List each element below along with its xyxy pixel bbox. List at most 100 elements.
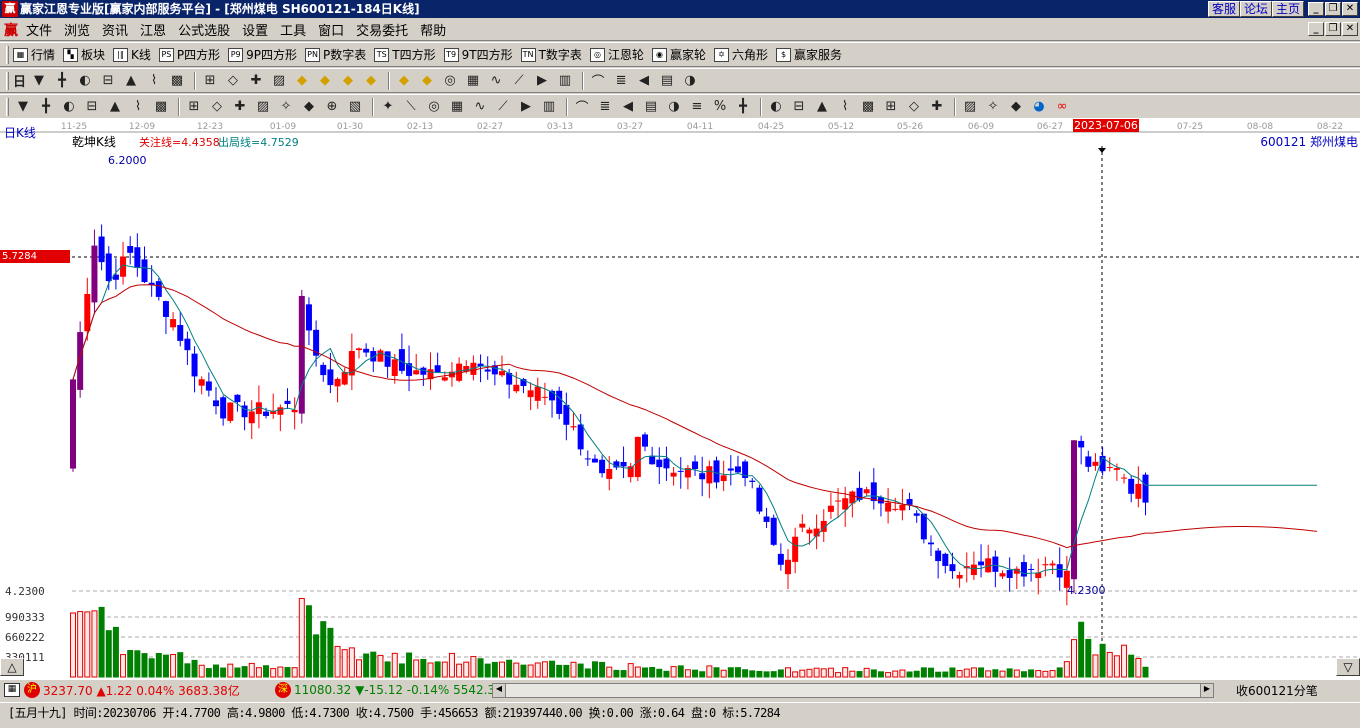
flag-icon[interactable]: ▩ (167, 71, 187, 91)
toolbar-t-square-button[interactable]: TS T四方形 (374, 46, 436, 63)
line-1-icon[interactable]: ∿ (486, 71, 506, 91)
globe-icon[interactable]: ◕ (1029, 97, 1049, 117)
last-icon[interactable]: ◇ (223, 71, 243, 91)
menu-9[interactable]: 帮助 (414, 20, 452, 39)
right-icon[interactable]: ▨ (269, 71, 289, 91)
sz-badge[interactable]: 深 (275, 682, 291, 698)
menu-2[interactable]: 资讯 (96, 20, 134, 39)
grid-1-icon[interactable]: ≣ (595, 97, 615, 117)
lines-icon[interactable]: ▤ (641, 97, 661, 117)
menu-6[interactable]: 工具 (274, 20, 312, 39)
child-restore-button[interactable]: ❐ (1325, 22, 1341, 36)
fan-3-icon[interactable]: ▶ (516, 97, 536, 117)
percent-line-icon[interactable]: ≡ (687, 97, 707, 117)
minimize-button[interactable]: _ (1308, 2, 1324, 16)
bars-1-icon[interactable]: ╋ (36, 97, 56, 117)
fan-5-icon[interactable]: ⌒ (572, 97, 592, 117)
fib-4-icon[interactable]: ⌇ (835, 97, 855, 117)
toolbar-sector-button[interactable]: ▚ 板块 (63, 46, 105, 63)
truck-icon[interactable]: ◑ (680, 71, 700, 91)
crosshair-icon[interactable]: ▦ (463, 71, 483, 91)
kline-chart[interactable]: 11-25 12-09 12-23 01-09 01-30 02-13 02-27 03-13… (0, 118, 1360, 680)
diamond-1-icon[interactable]: ◆ (292, 71, 312, 91)
toolbar-9t-square-button[interactable]: T9 9T四方形 (443, 46, 513, 63)
dropdown-icon[interactable]: ⊟ (98, 71, 118, 91)
toolbar-quotes-button[interactable]: ▦ 行情 (13, 46, 55, 63)
menu-5[interactable]: 设置 (236, 20, 274, 39)
toolbar-p-square-button[interactable]: PS P四方形 (158, 46, 220, 63)
save-icon[interactable]: ◀ (634, 71, 654, 91)
percent-icon[interactable]: % (710, 97, 730, 117)
menu-4[interactable]: 公式选股 (172, 20, 236, 39)
calculator-icon[interactable]: ⌒ (588, 71, 608, 91)
fib-7-icon[interactable]: ◇ (904, 97, 924, 117)
forum-button[interactable]: 论坛 (1240, 1, 1273, 17)
cursor-icon-icon[interactable]: ▲ (121, 71, 141, 91)
toolbar-t-number-table-button[interactable]: TN T数字表 (520, 46, 582, 63)
toolbar-p-number-table-button[interactable]: PN P数字表 (305, 46, 366, 63)
grid-lines-icon[interactable]: ▦ (447, 97, 467, 117)
angle-icon[interactable]: ▧ (345, 97, 365, 117)
close-button[interactable]: ✕ (1342, 2, 1358, 16)
export-icon[interactable]: ▤ (657, 71, 677, 91)
menu-1[interactable]: 浏览 (58, 20, 96, 39)
draw-tool-icon[interactable]: ◐ (75, 71, 95, 91)
scroll-right-button[interactable]: ▶ (1200, 683, 1213, 697)
fork-icon[interactable]: ✦ (378, 97, 398, 117)
box-star-icon[interactable]: ⊕ (322, 97, 342, 117)
toolbar-winner-wheel-button[interactable]: ◉ 赢家轮 (651, 46, 706, 63)
fib-1-icon[interactable]: ╋ (733, 97, 753, 117)
left-icon[interactable]: ✚ (246, 71, 266, 91)
circle-cross-icon[interactable]: ✧ (276, 97, 296, 117)
bars-4-icon[interactable]: ▲ (105, 97, 125, 117)
indicator-icon[interactable]: ╋ (52, 71, 72, 91)
fib-5-icon[interactable]: ▩ (858, 97, 878, 117)
calendar-icon[interactable]: ▥ (555, 71, 575, 91)
fan-4-icon[interactable]: ▥ (539, 97, 559, 117)
homepage-button[interactable]: 主页 (1272, 1, 1305, 17)
menu-7[interactable]: 窗口 (312, 20, 350, 39)
hand-icon[interactable]: ◎ (440, 71, 460, 91)
diamond-2-icon[interactable]: ◆ (315, 71, 335, 91)
diamond-3-icon[interactable]: ◆ (338, 71, 358, 91)
child-minimize-button[interactable]: _ (1308, 22, 1324, 36)
arrows-icon[interactable]: ⊟ (789, 97, 809, 117)
circle-icon[interactable]: ⊞ (184, 97, 204, 117)
grid-icon[interactable]: ▦ (4, 683, 20, 697)
toolbar-winner-service-button[interactable]: $ 赢家服务 (775, 46, 842, 63)
wave-icon[interactable]: ▨ (253, 97, 273, 117)
diamond-6-icon[interactable]: ◆ (417, 71, 437, 91)
bars-9-icon[interactable]: ◎ (424, 97, 444, 117)
sh-badge[interactable]: 沪 (24, 682, 40, 698)
expand-panel-button[interactable]: ▽ (1336, 658, 1360, 676)
tick-detail-label[interactable]: 收600121分笔 (1236, 682, 1318, 699)
fib-2-icon[interactable]: ◐ (766, 97, 786, 117)
restore-button[interactable]: ❐ (1325, 2, 1341, 16)
window-icon[interactable]: ≣ (611, 71, 631, 91)
toolbar-9p-square-button[interactable]: P9 9P四方形 (228, 46, 297, 63)
period-selector[interactable]: 日 (13, 71, 26, 91)
fan-2-icon[interactable]: ⟋ (493, 97, 513, 117)
pen-icon[interactable]: ▼ (13, 97, 33, 117)
fib-9-icon[interactable]: ▨ (960, 97, 980, 117)
star-icon[interactable]: ◆ (299, 97, 319, 117)
bars-7-icon[interactable]: ◇ (207, 97, 227, 117)
diamond-4-icon[interactable]: ◆ (361, 71, 381, 91)
collapse-panel-button[interactable]: △ (0, 658, 24, 676)
horizontal-scrollbar[interactable]: ◀ ▶ (492, 682, 1214, 698)
diamond-5-icon[interactable]: ◆ (394, 71, 414, 91)
fib-11-icon[interactable]: ◆ (1006, 97, 1026, 117)
infinity-icon[interactable]: ∞ (1052, 97, 1072, 117)
period-dropdown-icon[interactable]: ▼ (29, 71, 49, 91)
chart-type-icon[interactable]: ⌇ (144, 71, 164, 91)
fib-6-icon[interactable]: ⊞ (881, 97, 901, 117)
pattern-icon[interactable]: ⟋ (509, 71, 529, 91)
fan-1-icon[interactable]: ∿ (470, 97, 490, 117)
toolbar-gann-wheel-button[interactable]: ◎ 江恩轮 (589, 46, 644, 63)
bars-6-icon[interactable]: ▩ (151, 97, 171, 117)
bars-5-icon[interactable]: ⌇ (128, 97, 148, 117)
fib-10-icon[interactable]: ✧ (983, 97, 1003, 117)
menu-3[interactable]: 江恩 (134, 20, 172, 39)
menu-0[interactable]: 文件 (20, 20, 58, 39)
customer-service-button[interactable]: 客服 (1208, 1, 1241, 17)
